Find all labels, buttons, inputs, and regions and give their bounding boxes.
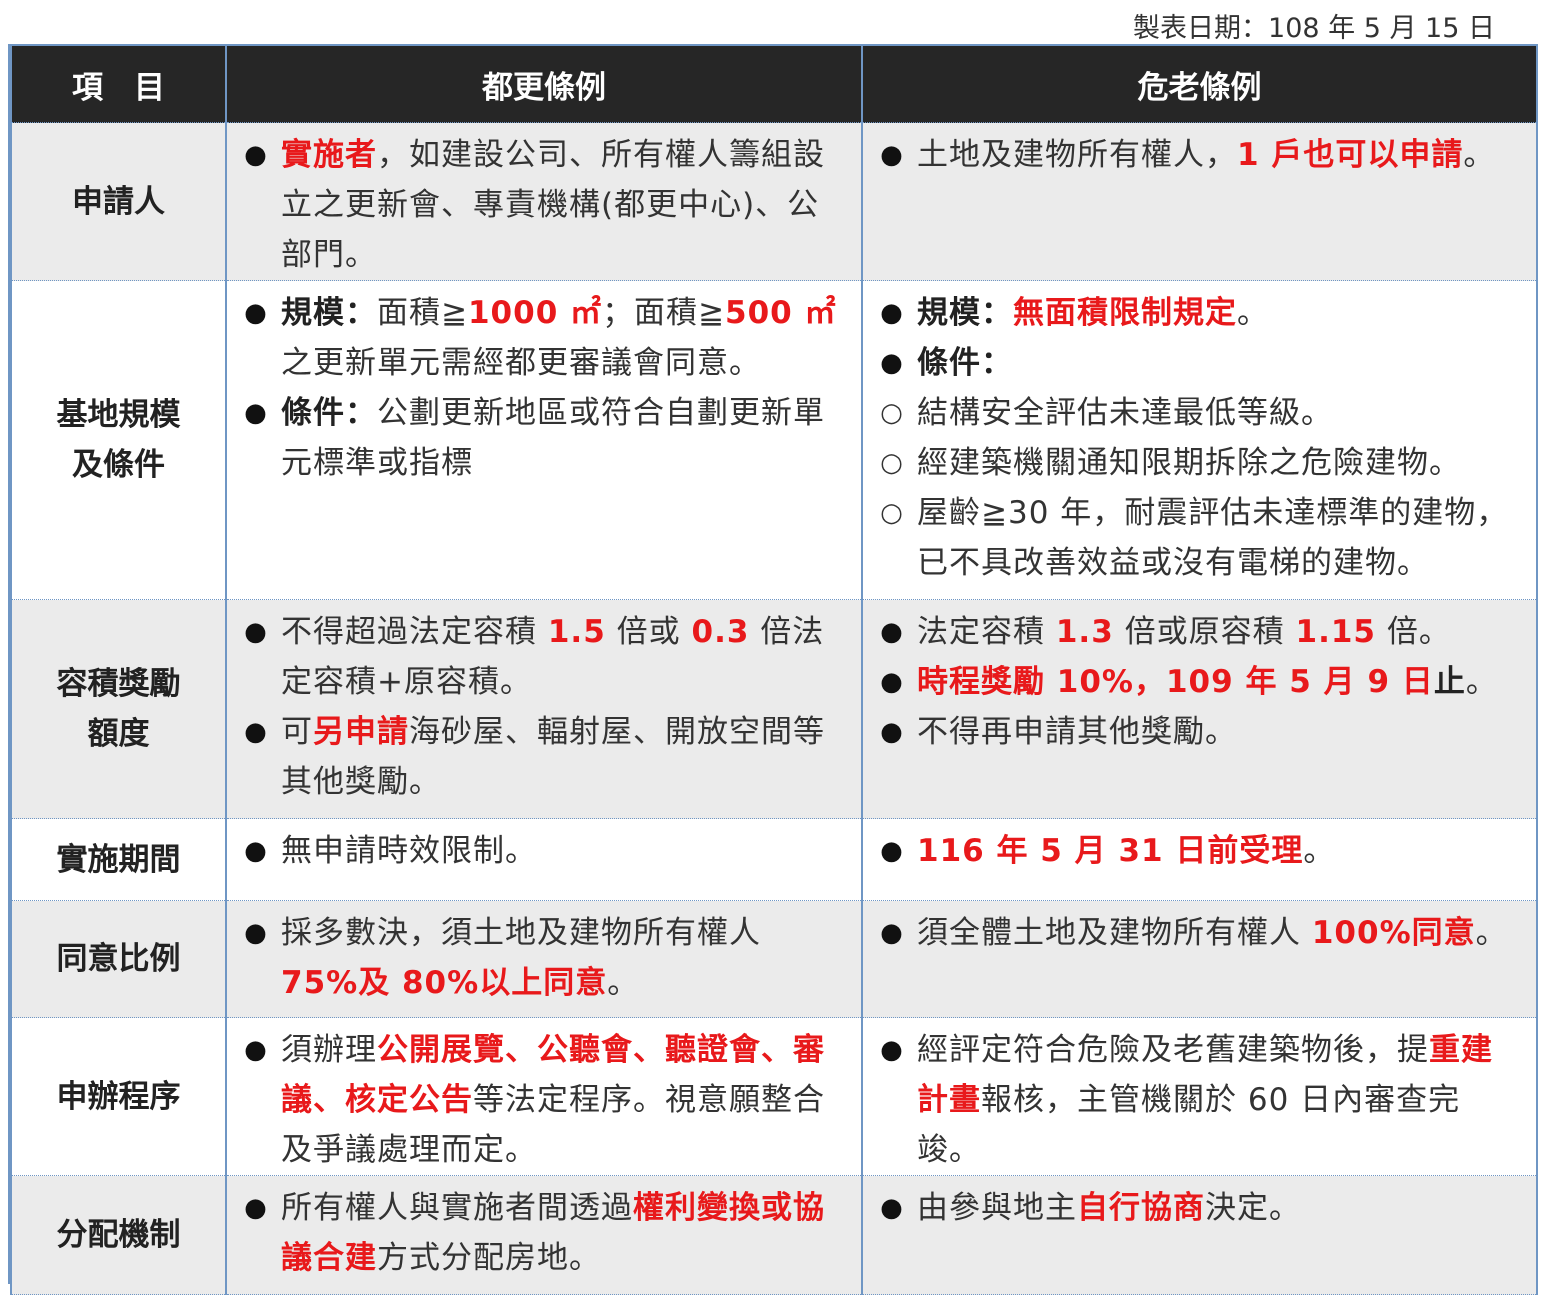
- row-label-distribution: 分配機制: [10, 1175, 227, 1295]
- cell-urban-applicant: 實施者，如建設公司、所有權人籌組設立之更新會、專責機構(都更中心)、公部門。: [225, 122, 863, 281]
- list-item: 須辦理公開展覽、公聽會、聽證會、審議、核定公告等法定程序。視意願整合及爭議處理而…: [227, 1025, 849, 1175]
- header-dangerous-old: 危老條例: [861, 46, 1538, 123]
- list-item: 土地及建物所有權人，1 戶也可以申請。: [863, 130, 1524, 180]
- list-item: 經評定符合危險及老舊建築物後，提重建計畫報核，主管機關於 60 日內審查完竣。: [863, 1025, 1524, 1175]
- list-item: 採多數決，須土地及建物所有權人 75%及 80%以上同意。: [227, 908, 849, 1008]
- list-item: 經建築機關通知限期拆除之危險建物。: [863, 438, 1524, 488]
- list-item: 由參與地主自行協商決定。: [863, 1183, 1524, 1233]
- table-row-consent: 同意比例 採多數決，須土地及建物所有權人 75%及 80%以上同意。 須全體土地…: [10, 900, 1538, 1018]
- table-row-procedure: 申辦程序 須辦理公開展覽、公聽會、聽證會、審議、核定公告等法定程序。視意願整合及…: [10, 1017, 1538, 1176]
- cell-danger-consent: 須全體土地及建物所有權人 100%同意。: [861, 900, 1538, 1018]
- cell-urban-distribution: 所有權人與實施者間透過權利變換或協議合建方式分配房地。: [225, 1175, 863, 1295]
- row-label-consent: 同意比例: [10, 900, 227, 1018]
- row-label-far-bonus: 容積獎勵 額度: [10, 599, 227, 819]
- cell-urban-period: 無申請時效限制。: [225, 818, 863, 901]
- table-row-far-bonus: 容積獎勵額度 不得超過法定容積 1.5 倍或 0.3 倍法定容積+原容積。 可另…: [10, 599, 1538, 819]
- list-item: 116 年 5 月 31 日前受理。: [863, 826, 1524, 876]
- table-row-applicant: 申請人 實施者，如建設公司、所有權人籌組設立之更新會、專責機構(都更中心)、公部…: [10, 122, 1538, 281]
- list-item: 可另申請海砂屋、輻射屋、開放空間等其他獎勵。: [227, 707, 849, 807]
- comparison-table: 項 目 都更條例 危老條例 申請人 實施者，如建設公司、所有權人籌組設立之更新會…: [10, 46, 1538, 1295]
- cell-urban-far-bonus: 不得超過法定容積 1.5 倍或 0.3 倍法定容積+原容積。 可另申請海砂屋、輻…: [225, 599, 863, 819]
- table-row-period: 實施期間 無申請時效限制。 116 年 5 月 31 日前受理。: [10, 818, 1538, 901]
- row-label-period: 實施期間: [10, 818, 227, 901]
- cell-danger-scale: 規模：無面積限制規定。 條件： 結構安全評估未達最低等級。 經建築機關通知限期拆…: [861, 280, 1538, 600]
- header-item: 項 目: [10, 46, 227, 123]
- list-item: 所有權人與實施者間透過權利變換或協議合建方式分配房地。: [227, 1183, 849, 1283]
- list-item: 時程獎勵 10%，109 年 5 月 9 日止。: [863, 657, 1524, 707]
- list-item: 不得超過法定容積 1.5 倍或 0.3 倍法定容積+原容積。: [227, 607, 849, 707]
- list-item: 不得再申請其他獎勵。: [863, 707, 1524, 757]
- row-label-procedure: 申辦程序: [10, 1017, 227, 1176]
- table-row-scale: 基地規模及條件 規模：面積≧1000 ㎡；面積≧500 ㎡之更新單元需經都更審議…: [10, 280, 1538, 600]
- list-item: 結構安全評估未達最低等級。: [863, 388, 1524, 438]
- cell-danger-procedure: 經評定符合危險及老舊建築物後，提重建計畫報核，主管機關於 60 日內審查完竣。: [861, 1017, 1538, 1176]
- cell-danger-applicant: 土地及建物所有權人，1 戶也可以申請。: [861, 122, 1538, 281]
- cell-danger-far-bonus: 法定容積 1.3 倍或原容積 1.15 倍。 時程獎勵 10%，109 年 5 …: [861, 599, 1538, 819]
- row-label-scale: 基地規模 及條件: [10, 280, 227, 600]
- cell-urban-procedure: 須辦理公開展覽、公聽會、聽證會、審議、核定公告等法定程序。視意願整合及爭議處理而…: [225, 1017, 863, 1176]
- list-item: 條件：公劃更新地區或符合自劃更新單元標準或指標: [227, 388, 849, 488]
- table-header-row: 項 目 都更條例 危老條例: [10, 46, 1538, 123]
- list-item: 實施者，如建設公司、所有權人籌組設立之更新會、專責機構(都更中心)、公部門。: [227, 130, 849, 280]
- list-item: 法定容積 1.3 倍或原容積 1.15 倍。: [863, 607, 1524, 657]
- cell-urban-scale: 規模：面積≧1000 ㎡；面積≧500 ㎡之更新單元需經都更審議會同意。 條件：…: [225, 280, 863, 600]
- list-item: 規模：無面積限制規定。: [863, 288, 1524, 338]
- comparison-table-wrapper: 項 目 都更條例 危老條例 申請人 實施者，如建設公司、所有權人籌組設立之更新會…: [8, 44, 1538, 1295]
- row-label-applicant: 申請人: [10, 122, 227, 281]
- list-item: 屋齡≧30 年，耐震評估未達標準的建物，已不具改善效益或沒有電梯的建物。: [863, 488, 1524, 588]
- cell-danger-period: 116 年 5 月 31 日前受理。: [861, 818, 1538, 901]
- list-item: 須全體土地及建物所有權人 100%同意。: [863, 908, 1524, 958]
- list-item: 條件：: [863, 338, 1524, 388]
- cell-danger-distribution: 由參與地主自行協商決定。: [861, 1175, 1538, 1295]
- table-date: 製表日期：108 年 5 月 15 日: [1133, 13, 1495, 44]
- header-urban-renewal: 都更條例: [225, 46, 863, 123]
- list-item: 無申請時效限制。: [227, 826, 849, 876]
- list-item: 規模：面積≧1000 ㎡；面積≧500 ㎡之更新單元需經都更審議會同意。: [227, 288, 849, 388]
- cell-urban-consent: 採多數決，須土地及建物所有權人 75%及 80%以上同意。: [225, 900, 863, 1018]
- table-row-distribution: 分配機制 所有權人與實施者間透過權利變換或協議合建方式分配房地。 由參與地主自行…: [10, 1175, 1538, 1295]
